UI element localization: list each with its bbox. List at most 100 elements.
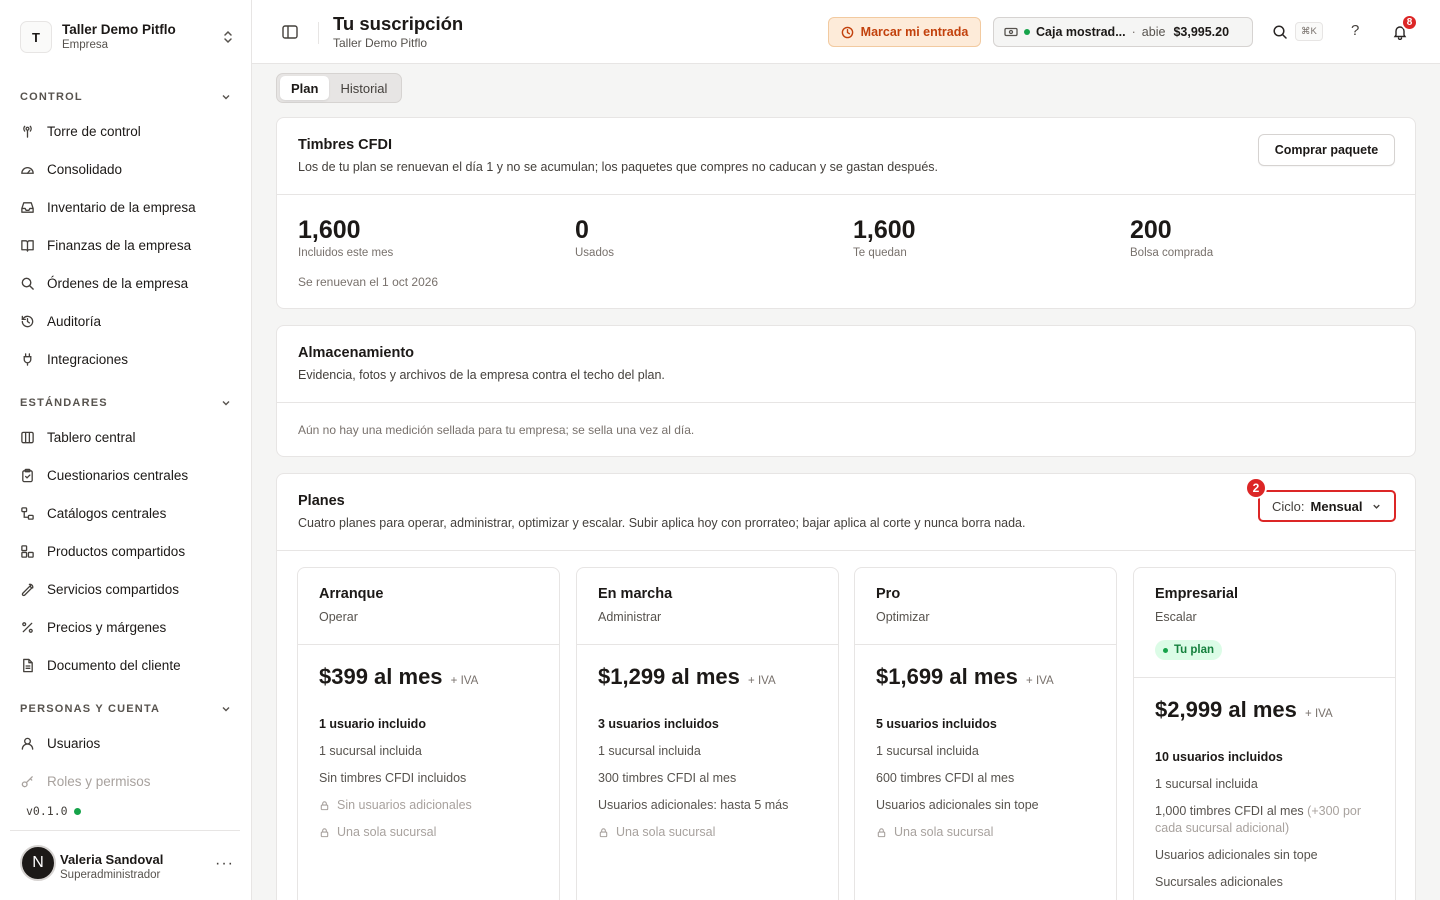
sidebar-item-tablero-central[interactable]: Tablero central <box>20 423 232 451</box>
plan-feature: 1 sucursal incluida <box>876 744 979 758</box>
open-status-dot <box>1024 29 1030 35</box>
search-icon <box>21 277 34 290</box>
stamps-card: Timbres CFDI Los de tu plan se renuevan … <box>276 117 1416 309</box>
section-estandares-header[interactable]: ESTÁNDARES <box>20 395 232 411</box>
register-amount: $3,995.20 <box>1173 25 1230 39</box>
status-dot <box>73 807 81 815</box>
stamps-title: Timbres CFDI <box>298 137 393 153</box>
sidebar-item-precios[interactable]: Precios y márgenes <box>20 613 232 641</box>
plan-tagline: Escalar <box>1155 610 1197 624</box>
plan-features: 5 usuarios incluidos 1 sucursal incluida… <box>876 716 1102 851</box>
register-status: abie <box>1141 25 1166 39</box>
section-control-header[interactable]: CONTROL <box>20 89 232 105</box>
plan-price: $1,699 al mes + IVA <box>876 664 1054 689</box>
sidebar-item-documento[interactable]: Documento del cliente <box>20 651 232 679</box>
org-name: Taller Demo Pitflo <box>62 21 176 37</box>
stat-purchased: 200 Bolsa comprada <box>1130 216 1214 259</box>
renew-note: Se renuevan el 1 oct 2026 <box>298 275 439 289</box>
plug-icon <box>23 352 32 366</box>
search-icon[interactable] <box>1272 24 1288 40</box>
hierarchy-icon <box>21 506 34 520</box>
separator-dot: · <box>1131 25 1136 39</box>
plan-card-pro[interactable]: Pro Optimizar $1,699 al mes + IVA 5 usua… <box>854 567 1117 900</box>
plan-feature: 600 timbres CFDI al mes <box>876 771 1015 785</box>
plan-price: $2,999 al mes + IVA <box>1155 697 1333 722</box>
sidebar-item-usuarios[interactable]: Usuarios <box>20 729 232 757</box>
tab-bar: Plan Historial <box>276 73 403 103</box>
sidebar-item-auditoria[interactable]: Auditoría <box>20 307 232 335</box>
sidebar-toggle-icon[interactable] <box>281 23 299 41</box>
percent-icon <box>22 621 33 633</box>
plan-feature: Usuarios adicionales: hasta 5 más <box>598 798 789 812</box>
boxes-icon <box>21 544 34 558</box>
user-role: Superadministrador <box>60 869 161 881</box>
more-horizontal-icon[interactable]: ··· <box>215 855 234 873</box>
org-switcher[interactable]: T Taller Demo Pitflo Empresa <box>20 20 236 54</box>
sidebar-item-integraciones[interactable]: Integraciones <box>20 345 232 373</box>
plan-card-en-marcha[interactable]: En marcha Administrar $1,299 al mes + IV… <box>576 567 839 900</box>
sidebar-item-catalogos[interactable]: Catálogos centrales <box>20 499 232 527</box>
sidebar-item-ordenes[interactable]: Órdenes de la empresa <box>20 269 232 297</box>
annotation-marker: 2 <box>1245 477 1267 499</box>
plan-tagline: Optimizar <box>876 610 930 624</box>
section-personas-header[interactable]: PERSONAS Y CUENTA <box>20 701 232 717</box>
sidebar-item-inventario[interactable]: Inventario de la empresa <box>20 193 232 221</box>
divider <box>577 644 838 645</box>
sidebar-item-consolidado[interactable]: Consolidado <box>20 155 232 183</box>
plan-feature: 300 timbres CFDI al mes <box>598 771 737 785</box>
plan-tagline: Administrar <box>598 610 662 624</box>
sidebar-item-productos[interactable]: Productos compartidos <box>20 537 232 565</box>
notifications-badge: 8 <box>1401 14 1418 31</box>
topbar: Tu suscripción Taller Demo Pitflo Marcar… <box>252 0 1440 64</box>
lock-icon <box>320 801 329 811</box>
banknote-icon <box>1004 27 1018 37</box>
billing-cycle-select[interactable]: Ciclo: Mensual <box>1258 490 1396 522</box>
tab-plan[interactable]: Plan <box>280 76 330 100</box>
plan-feature-locked: Una sola sucursal <box>876 824 1102 841</box>
chevron-down-icon <box>1372 504 1380 509</box>
clock-in-button[interactable]: Marcar mi entrada <box>828 17 981 47</box>
plan-tagline: Operar <box>319 610 358 624</box>
sidebar-item-roles[interactable]: Roles y permisos <box>20 767 232 795</box>
plan-price: $1,299 al mes + IVA <box>598 664 776 689</box>
sidebar-item-cuestionarios[interactable]: Cuestionarios centrales <box>20 461 232 489</box>
lock-icon <box>877 828 886 838</box>
divider <box>277 550 1415 551</box>
sidebar-item-torre-de-control[interactable]: Torre de control <box>20 117 232 145</box>
help-button[interactable]: ? <box>1351 22 1359 39</box>
divider <box>277 402 1415 403</box>
tab-historial[interactable]: Historial <box>329 76 398 100</box>
lock-icon <box>599 828 608 838</box>
sidebar: T Taller Demo Pitflo Empresa CONTROL Tor… <box>0 0 252 900</box>
columns-icon <box>21 431 34 443</box>
history-icon <box>21 315 34 327</box>
sidebar-item-servicios[interactable]: Servicios compartidos <box>20 575 232 603</box>
page-title: Tu suscripción <box>333 13 464 34</box>
plan-feature: 1,000 timbres CFDI al mes (+300 por cada… <box>1155 804 1362 835</box>
plan-card-empresarial[interactable]: Empresarial Escalar Tu plan $2,999 al me… <box>1133 567 1396 900</box>
plan-name: Arranque <box>319 586 384 602</box>
plan-feature: Sucursales adicionales <box>1155 875 1283 889</box>
divider <box>855 644 1116 645</box>
inbox-icon <box>21 201 34 213</box>
cash-register-selector[interactable]: Caja mostrad... · abie $3,995.20 <box>993 17 1253 47</box>
book-icon <box>21 239 34 252</box>
stat-included: 1,600 Incluidos este mes <box>298 216 394 259</box>
storage-card: Almacenamiento Evidencia, fotos y archiv… <box>276 325 1416 457</box>
clipboard-icon <box>22 468 33 482</box>
plans-card: Planes Cuatro planes para operar, admini… <box>276 473 1416 900</box>
plan-features: 10 usuarios incluidos 1 sucursal incluid… <box>1155 749 1381 900</box>
sidebar-item-finanzas[interactable]: Finanzas de la empresa <box>20 231 232 259</box>
plan-feature: Usuarios adicionales sin tope <box>1155 848 1318 862</box>
plan-card-arranque[interactable]: Arranque Operar $399 al mes + IVA 1 usua… <box>297 567 560 900</box>
main-content: Plan Historial Timbres CFDI Los de tu pl… <box>252 64 1440 900</box>
plan-name: Pro <box>876 586 901 602</box>
user-menu[interactable]: N Valeria Sandoval Superadministrador ··… <box>10 830 240 900</box>
avatar: N <box>20 845 56 881</box>
divider <box>1134 677 1395 678</box>
buy-package-button[interactable]: Comprar paquete <box>1258 134 1395 166</box>
antenna-icon <box>23 125 32 138</box>
plan-price: $399 al mes + IVA <box>319 664 479 689</box>
user-name: Valeria Sandoval <box>60 852 164 867</box>
chevron-down-icon <box>222 401 230 406</box>
